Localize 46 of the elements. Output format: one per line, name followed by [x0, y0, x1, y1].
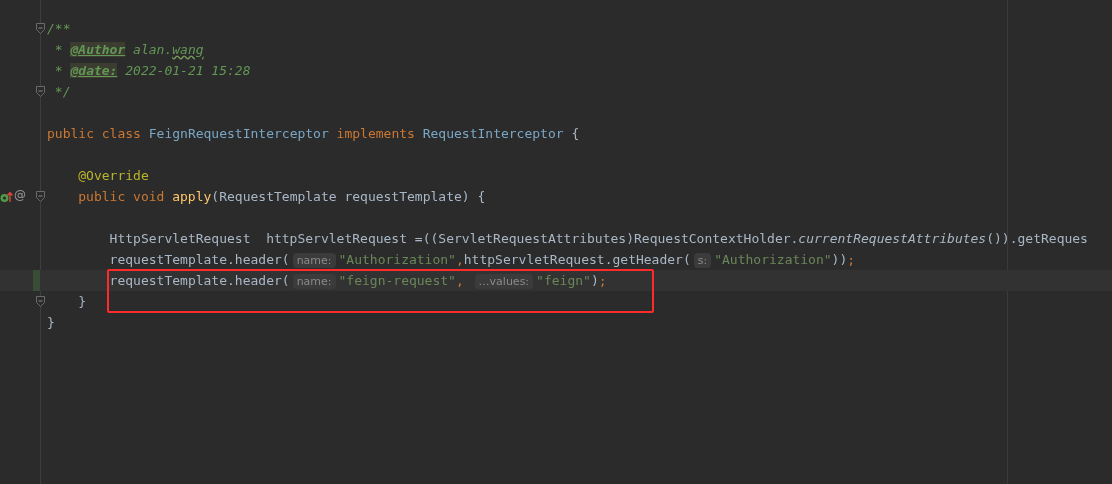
code-text: {: [570, 126, 580, 141]
string-literal: "Authorization": [338, 252, 456, 267]
class-name: FeignRequestInterceptor: [148, 126, 329, 141]
fold-icon[interactable]: [36, 296, 45, 307]
comment-text: *: [53, 63, 64, 78]
code-text: }: [78, 294, 87, 309]
fold-icon[interactable]: [36, 23, 45, 34]
comment-text: /**: [47, 21, 71, 36]
parameter-hint: name:: [292, 253, 336, 268]
code-text: httpServletRequest.getHeader(: [463, 252, 691, 267]
annotation: @Override: [78, 168, 149, 183]
class-name: RequestInterceptor: [422, 126, 564, 141]
comment-text: *: [53, 42, 64, 57]
method-name: currentRequestAttributes: [798, 231, 987, 246]
comment-text: 2022-01-21 15:28: [124, 63, 251, 78]
comment-text: */: [53, 84, 71, 99]
code-text: )): [831, 252, 848, 267]
doc-tag: @date:: [70, 63, 118, 78]
code-text: (RequestTemplate requestTemplate) {: [211, 189, 486, 204]
fold-icon[interactable]: [36, 191, 45, 202]
string-literal: "Authorization": [714, 252, 832, 267]
parameter-hint: name:: [292, 274, 336, 289]
fold-icon[interactable]: [36, 86, 45, 97]
parameter-hint: …values:: [474, 274, 534, 289]
parameter-hint: s:: [693, 253, 712, 268]
string-literal: "feign-request": [338, 273, 456, 288]
override-icon[interactable]: [0, 191, 13, 203]
keyword: ;: [598, 273, 607, 288]
keyword: ,: [455, 273, 465, 288]
keyword: ,: [455, 252, 464, 267]
method-name: apply: [172, 189, 212, 204]
string-literal: "feign": [536, 273, 591, 288]
code-text: requestTemplate.header(: [109, 252, 290, 267]
code-text: }: [47, 315, 55, 330]
code-text: requestTemplate.header(: [109, 273, 290, 288]
doc-tag: @Author: [70, 42, 126, 57]
keyword: implements: [335, 126, 416, 141]
comment-text: alan.: [132, 42, 173, 57]
code-text: ()).getReques: [986, 231, 1088, 246]
keyword: public class: [47, 126, 142, 141]
annotation-mark[interactable]: @: [14, 188, 26, 202]
code-text: ): [590, 273, 599, 288]
code-text: HttpServletRequest httpServletRequest =((ServletRequestAttributes)RequestContextHolder.: [109, 231, 799, 246]
comment-text: wang: [172, 42, 204, 57]
keyword: ;: [847, 252, 856, 267]
keyword: public void: [78, 189, 166, 204]
